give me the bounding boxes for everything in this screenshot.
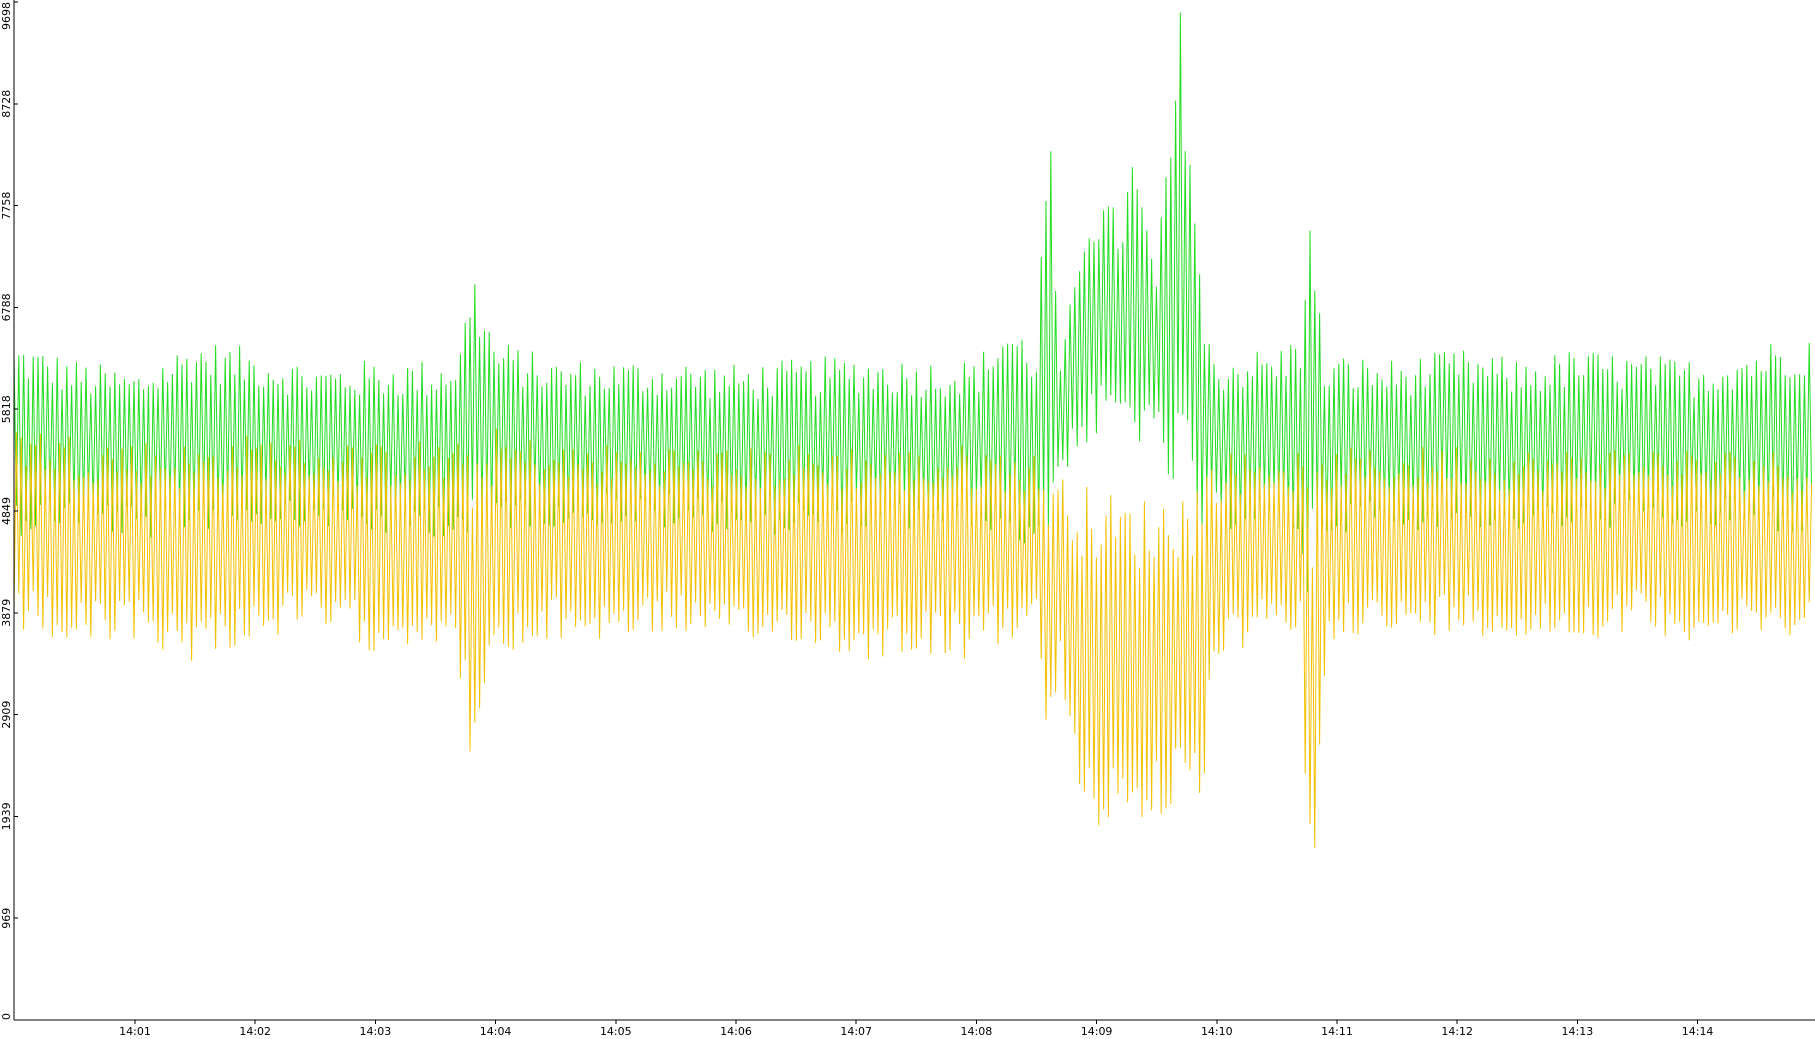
x-tick-label: 14:10 (1201, 1025, 1233, 1038)
series-layer (13, 12, 1813, 849)
x-axis-ticks: 14:01 14:02 14:03 14:04 14:05 14:06 14:07 14:08… (119, 1020, 1713, 1038)
x-tick-label: 14:09 (1081, 1025, 1113, 1038)
y-tick-label: 9698 (0, 2, 13, 30)
series-line-green (13, 12, 1813, 592)
x-tick-label: 14:05 (600, 1025, 632, 1038)
y-tick-label: 5818 (0, 395, 13, 423)
y-axis-ticks: 0 969 1939 2909 3879 4849 5818 6788 7758 8728 9698 (0, 1, 18, 1021)
x-tick-label: 14:08 (961, 1025, 993, 1038)
y-tick-label: 1939 (0, 802, 13, 830)
y-tick-label: 3879 (0, 599, 13, 627)
line-chart: 0 969 1939 2909 3879 4849 5818 6788 7758 8728 9698… (0, 0, 1815, 1038)
y-tick-label: 7758 (0, 192, 13, 220)
y-tick-label: 4849 (0, 497, 13, 525)
y-tick-label: 0 (0, 1013, 13, 1020)
y-tick-label: 6788 (0, 293, 13, 321)
x-tick-label: 14:13 (1562, 1025, 1594, 1038)
x-tick-label: 14:01 (119, 1025, 151, 1038)
x-tick-label: 14:07 (840, 1025, 872, 1038)
x-tick-label: 14:12 (1441, 1025, 1473, 1038)
y-tick-label: 969 (0, 908, 13, 929)
chart-container: 0 969 1939 2909 3879 4849 5818 6788 7758 8728 9698… (0, 0, 1815, 1039)
y-tick-label: 8728 (0, 90, 13, 118)
x-tick-label: 14:03 (360, 1025, 392, 1038)
x-tick-label: 14:06 (720, 1025, 752, 1038)
y-tick-label: 2909 (0, 701, 13, 729)
x-tick-label: 14:02 (239, 1025, 271, 1038)
x-tick-label: 14:11 (1321, 1025, 1353, 1038)
x-tick-label: 14:14 (1682, 1025, 1714, 1038)
x-tick-label: 14:04 (480, 1025, 512, 1038)
